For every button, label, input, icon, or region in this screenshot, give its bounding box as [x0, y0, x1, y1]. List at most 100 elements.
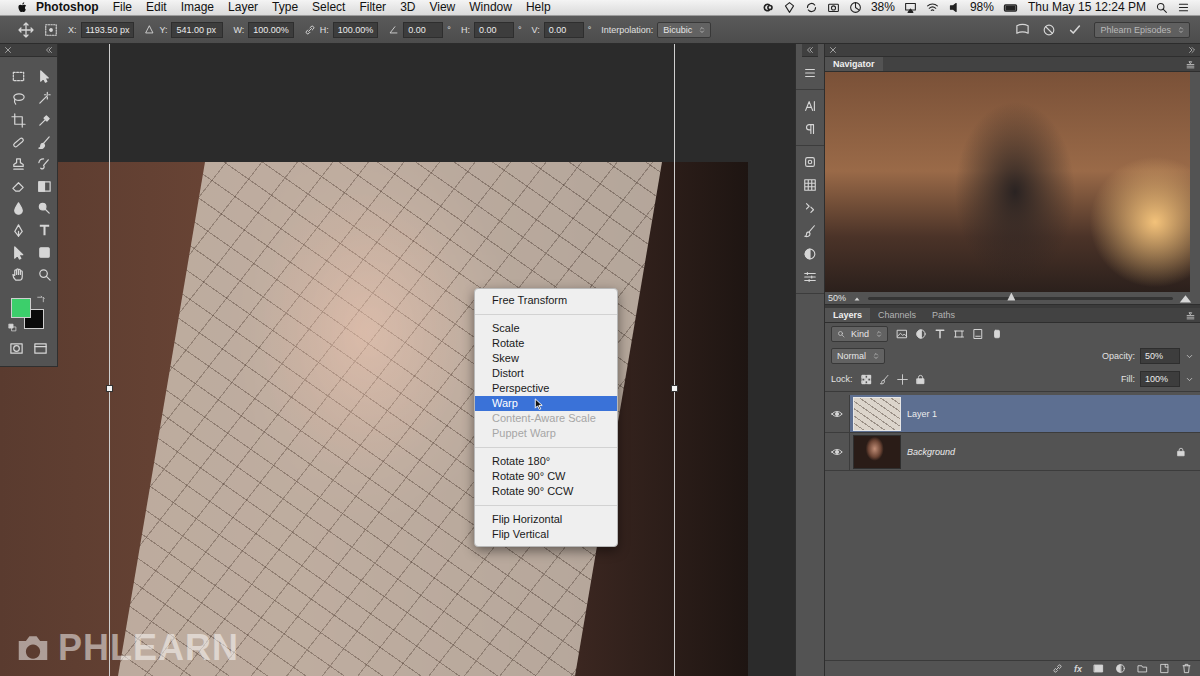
context-menu-item[interactable]: Skew — [475, 351, 617, 366]
context-menu-item[interactable]: Warp — [475, 396, 617, 411]
menu-item[interactable]: Filter — [352, 0, 393, 15]
menu-item[interactable]: Help — [519, 0, 558, 15]
tool-button[interactable] — [33, 87, 55, 109]
tool-button[interactable] — [7, 131, 29, 153]
history-panel-icon[interactable] — [803, 66, 817, 80]
field-input[interactable]: 100.00% — [333, 22, 379, 38]
tool-button[interactable] — [7, 153, 29, 175]
zoom-slider[interactable] — [868, 297, 1173, 300]
opacity-input[interactable]: 50% — [1140, 348, 1180, 364]
swap-colors-icon[interactable] — [36, 295, 45, 304]
navigator-tab[interactable]: Navigator — [825, 57, 883, 71]
transform-handle[interactable] — [671, 385, 678, 392]
transform-box-edge[interactable] — [109, 44, 110, 676]
dropdown-arrow-icon[interactable] — [1185, 375, 1194, 384]
document-photo[interactable] — [0, 162, 748, 676]
new-group-icon[interactable] — [1137, 663, 1148, 674]
field-input[interactable]: 100.00% — [248, 22, 294, 38]
panel-tab[interactable]: Channels — [870, 308, 924, 322]
panel-menu-icon[interactable] — [1186, 60, 1195, 69]
tool-button[interactable] — [33, 263, 55, 285]
transform-box-edge[interactable] — [674, 44, 675, 676]
tool-button[interactable] — [7, 263, 29, 285]
tool-button[interactable] — [7, 109, 29, 131]
lock-position-icon[interactable] — [897, 374, 908, 385]
new-adjustment-icon[interactable] — [1115, 663, 1126, 674]
styles-panel-icon[interactable] — [803, 201, 817, 215]
layer-row[interactable]: Layer 1 — [825, 395, 1200, 433]
tool-button[interactable] — [33, 65, 55, 87]
menu-item[interactable]: File — [106, 0, 139, 15]
field-input[interactable]: 1193.50 px — [81, 22, 135, 38]
quick-mask-icon[interactable] — [9, 341, 24, 356]
zoom-value[interactable]: 50% — [828, 293, 846, 303]
lock-pixels-icon[interactable] — [879, 374, 890, 385]
filter-kind-select[interactable]: Kind — [831, 326, 888, 342]
context-menu-item[interactable]: Perspective — [475, 381, 617, 396]
default-colors-icon[interactable] — [8, 323, 17, 332]
tool-button[interactable] — [7, 175, 29, 197]
collapse-icon[interactable] — [806, 46, 814, 54]
tool-button[interactable] — [33, 219, 55, 241]
tool-button[interactable] — [33, 153, 55, 175]
close-panel-icon[interactable] — [829, 46, 837, 54]
add-mask-icon[interactable] — [1093, 663, 1104, 674]
app-menu[interactable]: Photoshop — [29, 0, 106, 15]
eye-icon[interactable] — [831, 446, 843, 458]
context-menu-item[interactable]: Distort — [475, 366, 617, 381]
shape-filter-icon[interactable] — [953, 328, 965, 340]
character-panel-icon[interactable] — [803, 99, 817, 113]
context-menu-item[interactable]: Rotate 90° CCW — [475, 484, 617, 499]
tool-button[interactable] — [33, 175, 55, 197]
layer-style-button[interactable]: fx — [1074, 664, 1082, 674]
context-menu-item[interactable]: Rotate 90° CW — [475, 469, 617, 484]
menu-item[interactable]: 3D — [393, 0, 422, 15]
menu-item[interactable]: Select — [305, 0, 352, 15]
lock-transparency-icon[interactable] — [861, 374, 872, 385]
swatches-panel-icon[interactable] — [803, 178, 817, 192]
tool-button[interactable] — [7, 241, 29, 263]
field-input[interactable]: 541.00 px — [171, 22, 223, 38]
tool-button[interactable] — [33, 109, 55, 131]
interpolation-select[interactable]: Bicubic — [657, 22, 711, 38]
filter-toggle-icon[interactable] — [992, 329, 1002, 339]
smart-object-filter-icon[interactable] — [972, 328, 984, 340]
menu-item[interactable]: Type — [265, 0, 305, 15]
dropdown-arrow-icon[interactable] — [1185, 352, 1194, 361]
clock[interactable]: Thu May 15 12:24 PM — [1028, 0, 1146, 15]
foreground-swatch[interactable] — [11, 298, 31, 318]
cancel-icon[interactable] — [1042, 23, 1056, 37]
transform-handle[interactable] — [106, 385, 113, 392]
adjustments-panel-icon[interactable] — [803, 247, 817, 261]
context-menu-item[interactable]: Rotate — [475, 336, 617, 351]
context-menu-item[interactable]: Free Transform — [475, 293, 617, 308]
navigator-preview[interactable] — [825, 72, 1190, 292]
layer-name[interactable]: Layer 1 — [907, 409, 937, 419]
tool-button[interactable] — [7, 65, 29, 87]
collapse-icon[interactable] — [1188, 46, 1196, 54]
menu-item[interactable]: Window — [462, 0, 519, 15]
tool-button[interactable] — [7, 87, 29, 109]
menu-item[interactable]: Edit — [139, 0, 174, 15]
pixel-filter-icon[interactable] — [896, 328, 908, 340]
field-input[interactable]: 0.00 — [544, 22, 584, 38]
trash-icon[interactable] — [1181, 663, 1192, 674]
close-panel-icon[interactable] — [4, 46, 12, 54]
tool-button[interactable] — [33, 241, 55, 263]
new-layer-icon[interactable] — [1159, 663, 1170, 674]
context-menu-item[interactable]: Flip Vertical — [475, 527, 617, 542]
commit-icon[interactable] — [1068, 23, 1082, 37]
menu-item[interactable]: Layer — [221, 0, 265, 15]
context-menu-item[interactable]: Scale — [475, 321, 617, 336]
adjustment-filter-icon[interactable] — [915, 328, 927, 340]
collapse-icon[interactable] — [45, 46, 53, 54]
field-input[interactable]: 0.00 — [403, 22, 443, 38]
panel-tab[interactable]: Paths — [924, 308, 963, 322]
paragraph-panel-icon[interactable] — [803, 122, 817, 136]
warp-toggle-icon[interactable] — [1015, 22, 1030, 37]
panel-menu-icon[interactable] — [1186, 311, 1195, 320]
menu-item[interactable]: Image — [174, 0, 221, 15]
fill-input[interactable]: 100% — [1140, 371, 1180, 387]
link-layers-icon[interactable] — [1052, 663, 1063, 674]
field-input[interactable]: 0.00 — [474, 22, 514, 38]
